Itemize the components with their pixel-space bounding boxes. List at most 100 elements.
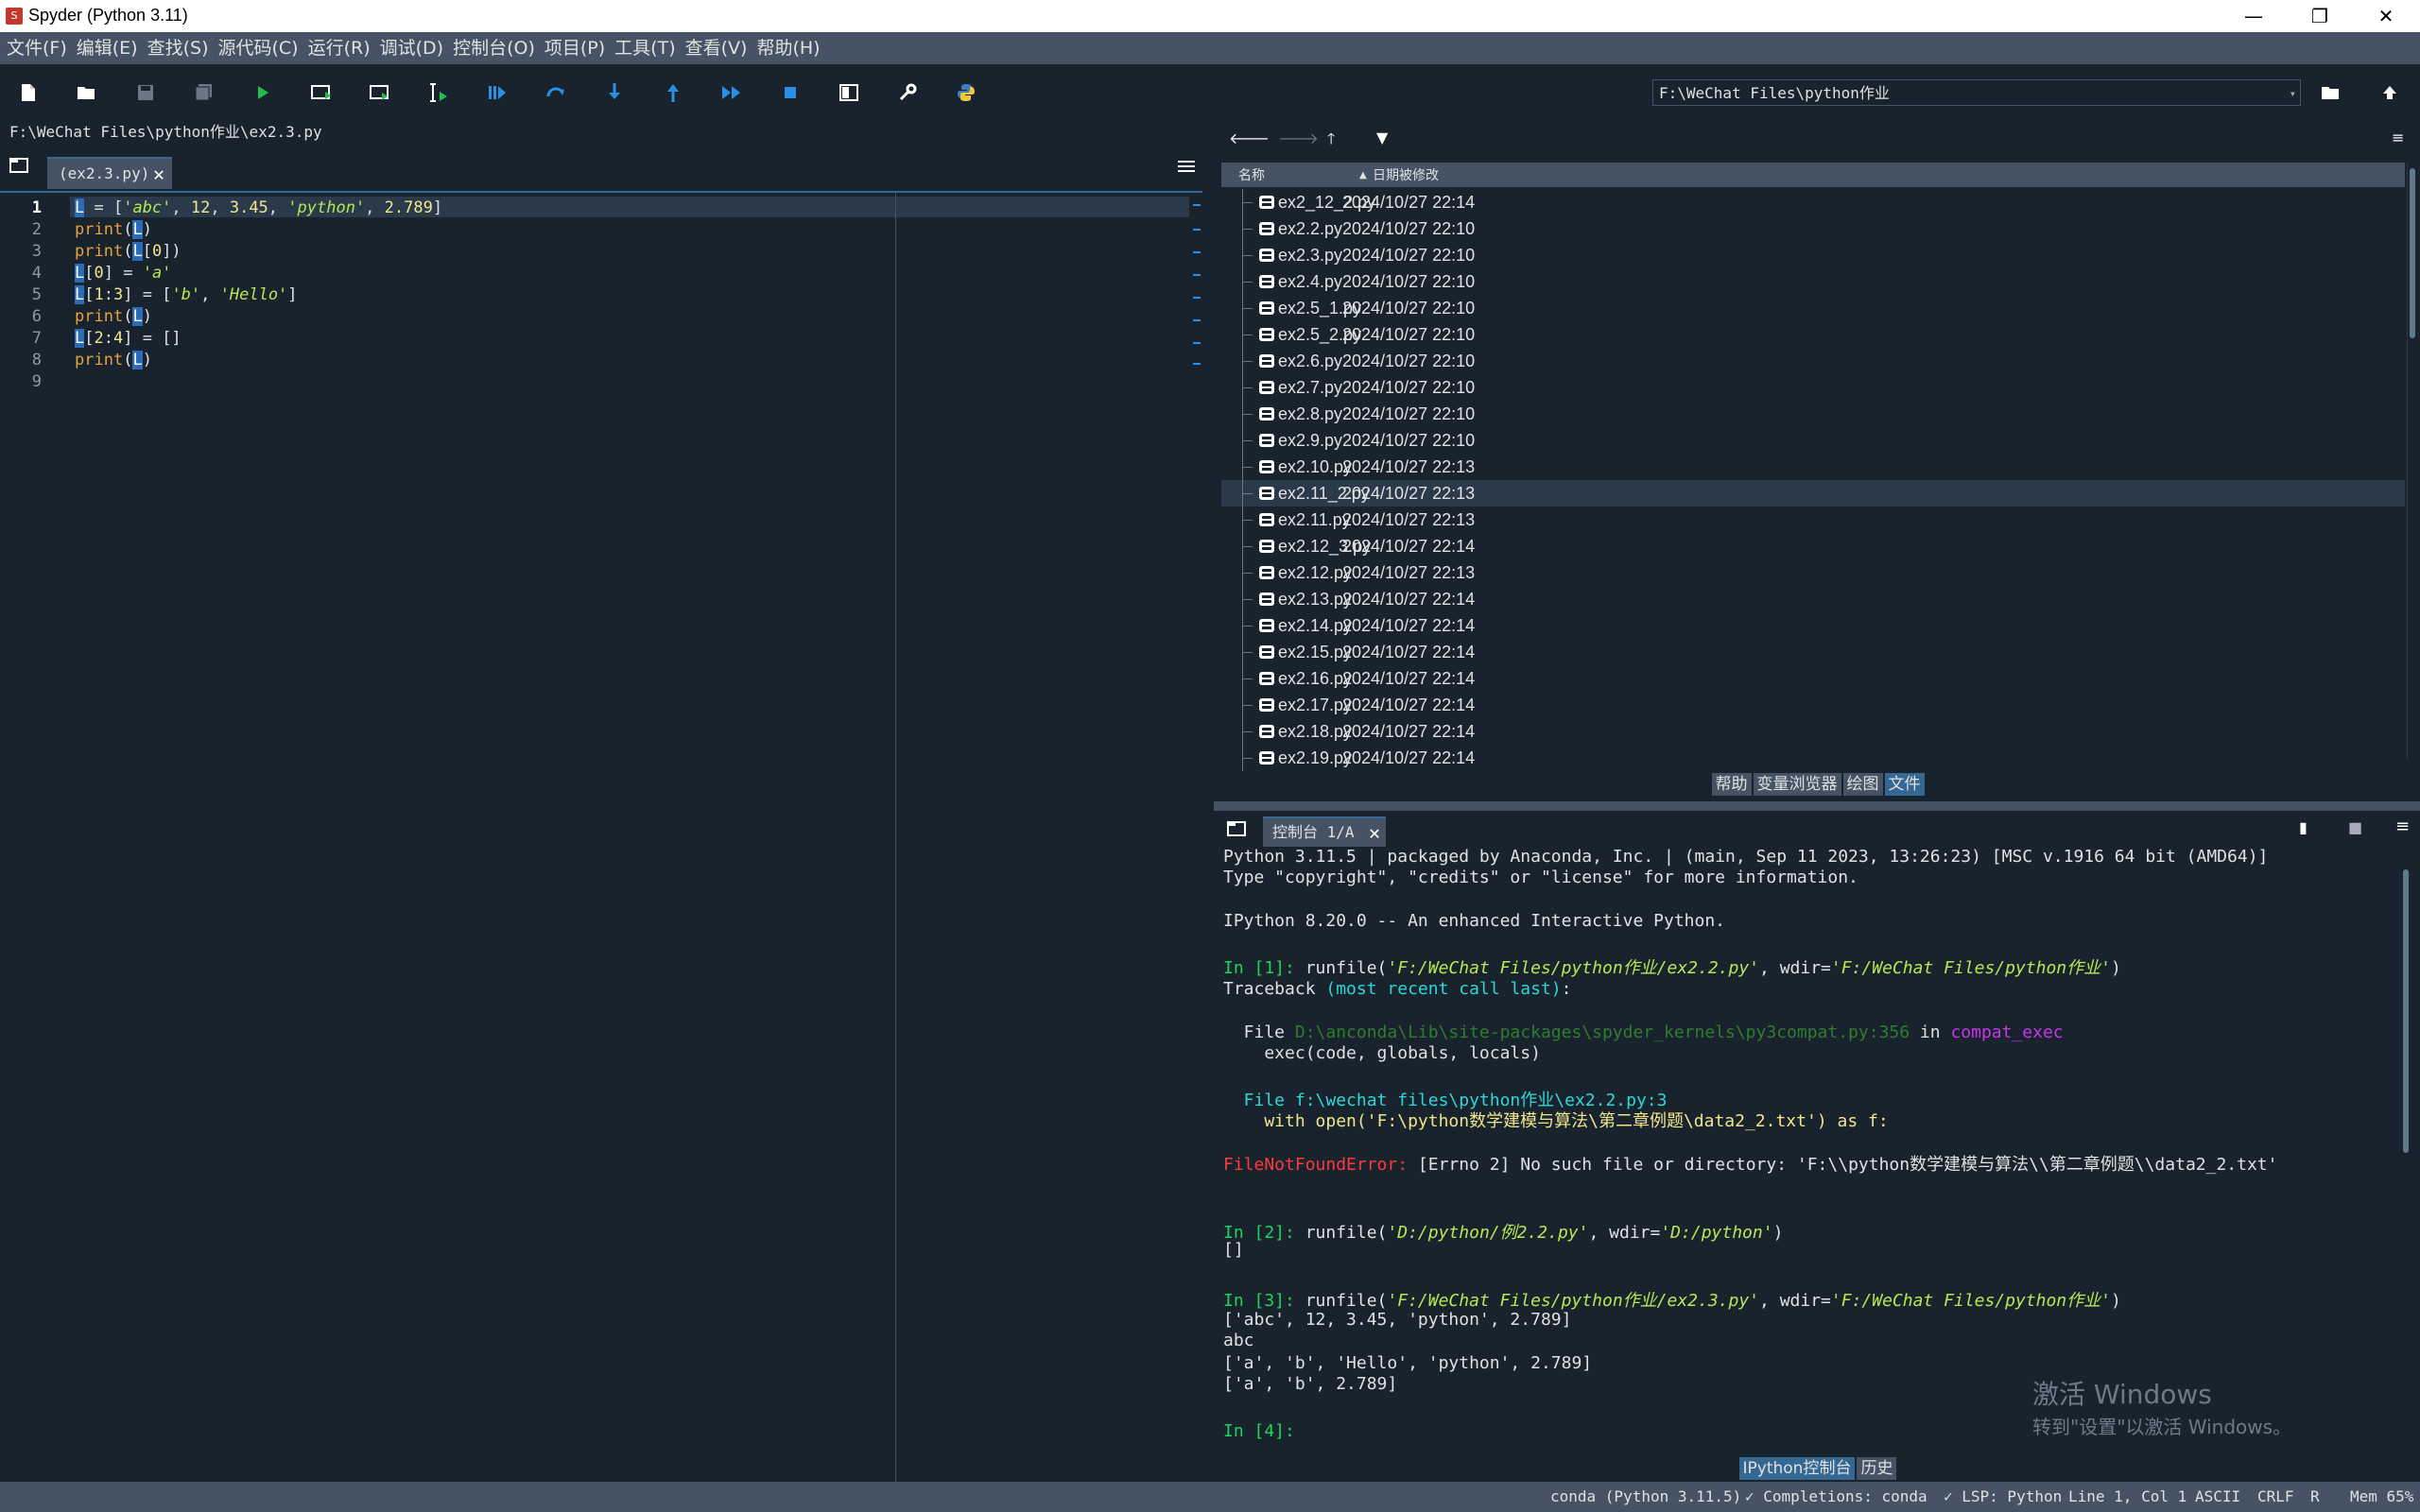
python-path-icon[interactable]: [951, 77, 981, 108]
debug-icon[interactable]: [482, 77, 512, 108]
console-scrollbar[interactable]: [2401, 850, 2411, 1455]
scrollbar-thumb[interactable]: [2410, 168, 2415, 338]
menu-help[interactable]: 帮助(H): [752, 32, 824, 64]
vertical-splitter[interactable]: [1204, 121, 1214, 1482]
file-row[interactable]: ex2.4.py 2024/10/27 22:10: [1221, 268, 2405, 295]
editor-options-menu-icon[interactable]: [1178, 159, 1197, 174]
back-arrow-icon[interactable]: 🡐: [1229, 129, 1270, 147]
run-icon[interactable]: [248, 77, 278, 108]
file-row[interactable]: ex2.13.py 2024/10/27 22:14: [1221, 586, 2405, 612]
console-options-menu-icon[interactable]: ≡: [2395, 816, 2410, 836]
maximize-pane-icon[interactable]: [834, 77, 864, 108]
column-name-header[interactable]: 名称: [1238, 165, 1265, 184]
pane-tab-help[interactable]: 帮助: [1711, 773, 1752, 796]
continue-icon[interactable]: [717, 77, 747, 108]
console-tab[interactable]: 控制台 1/A ✕: [1263, 816, 1386, 847]
console-output[interactable]: Python 3.11.5 | packaged by Anaconda, In…: [1219, 847, 2399, 1452]
menu-file[interactable]: 文件(F): [2, 32, 72, 64]
run-selection-icon[interactable]: [424, 77, 454, 108]
file-row[interactable]: ex2.9.py 2024/10/27 22:10: [1221, 427, 2405, 454]
file-row[interactable]: ex2.2.py 2024/10/27 22:10: [1221, 215, 2405, 242]
occurrence-marker[interactable]: [1193, 274, 1201, 276]
menu-search[interactable]: 查找(S): [143, 32, 214, 64]
file-row[interactable]: ex2.6.py 2024/10/27 22:10: [1221, 348, 2405, 374]
pane-tab-plots[interactable]: 绘图: [1842, 773, 1883, 796]
pane-tab-variable-explorer[interactable]: 变量浏览器: [1753, 773, 1841, 796]
step-return-icon[interactable]: [658, 77, 688, 108]
file-row[interactable]: ex2.10.py 2024/10/27 22:13: [1221, 454, 2405, 480]
menu-run[interactable]: 运行(R): [303, 32, 375, 64]
stop-icon[interactable]: [775, 77, 805, 108]
preferences-icon[interactable]: [892, 77, 923, 108]
file-row[interactable]: ex2.16.py 2024/10/27 22:14: [1221, 665, 2405, 692]
file-row[interactable]: ex2.14.py 2024/10/27 22:14: [1221, 612, 2405, 639]
scrollbar-thumb[interactable]: [2403, 869, 2409, 1153]
occurrence-marker[interactable]: [1193, 229, 1201, 231]
filter-icon[interactable]: ▼: [1376, 129, 1388, 146]
menu-projects[interactable]: 项目(P): [540, 32, 610, 64]
explorer-scrollbar[interactable]: [2407, 163, 2417, 760]
file-row[interactable]: ex2.19.py 2024/10/27 22:14: [1221, 745, 2405, 771]
status-lsp[interactable]: ✓ LSP: Python: [1944, 1487, 2062, 1505]
file-row[interactable]: ex2.5_2.py 2024/10/27 22:10: [1221, 321, 2405, 348]
file-row[interactable]: ex2.5_1.py 2024/10/27 22:10: [1221, 295, 2405, 321]
run-cell-icon[interactable]: [306, 77, 337, 108]
forward-arrow-icon[interactable]: 🡒: [1278, 129, 1319, 147]
line-number: 4: [31, 264, 42, 283]
file-row[interactable]: ex2.7.py 2024/10/27 22:10: [1221, 374, 2405, 401]
menu-view[interactable]: 查看(V): [681, 32, 752, 64]
file-row[interactable]: ex2.17.py 2024/10/27 22:14: [1221, 692, 2405, 718]
file-row[interactable]: ex2.11.py 2024/10/27 22:13: [1221, 507, 2405, 533]
file-row[interactable]: ex2.15.py 2024/10/27 22:14: [1221, 639, 2405, 665]
clear-console-icon[interactable]: ▮: [2299, 818, 2308, 836]
file-row[interactable]: ex2.18.py 2024/10/27 22:14: [1221, 718, 2405, 745]
menu-source[interactable]: 源代码(C): [214, 32, 303, 64]
new-file-icon[interactable]: [13, 77, 43, 108]
browse-tabs-icon[interactable]: [9, 157, 30, 174]
close-window-button[interactable]: ✕: [2354, 0, 2418, 32]
status-environment[interactable]: conda (Python 3.11.5): [1550, 1487, 1741, 1505]
occurrence-marker[interactable]: [1193, 251, 1201, 253]
close-tab-icon[interactable]: ✕: [1369, 818, 1380, 847]
menu-tools[interactable]: 工具(T): [610, 32, 680, 64]
column-date-header[interactable]: 日期被修改: [1373, 165, 1439, 184]
browse-folder-icon[interactable]: [2316, 77, 2346, 108]
pane-tab-history[interactable]: 历史: [1857, 1457, 1897, 1480]
menu-edit[interactable]: 编辑(E): [72, 32, 143, 64]
editor-tab[interactable]: (ex2.3.py) ✕: [47, 157, 172, 189]
pane-tab-ipython-console[interactable]: IPython控制台: [1738, 1457, 1856, 1480]
file-row[interactable]: ex2.8.py 2024/10/27 22:10: [1221, 401, 2405, 427]
menu-debug[interactable]: 调试(D): [375, 32, 448, 64]
occurrence-marker[interactable]: [1193, 342, 1201, 344]
step-icon[interactable]: [541, 77, 571, 108]
working-directory-combo[interactable]: F:\WeChat Files\python作业 ▾: [1652, 79, 2301, 106]
chevron-down-icon[interactable]: ▾: [2290, 80, 2296, 107]
traceback-path[interactable]: D:\anconda\Lib\site-packages\spyder_kern…: [1295, 1022, 1910, 1042]
code-editor[interactable]: 1 2 3 4 5 6 7 8 9 L = ['abc', 12, 3.45, …: [0, 191, 1202, 1484]
save-icon[interactable]: [130, 77, 161, 108]
run-cell-advance-icon[interactable]: [365, 77, 395, 108]
close-tab-icon[interactable]: ✕: [153, 159, 164, 189]
open-file-icon[interactable]: [72, 77, 102, 108]
interrupt-kernel-icon[interactable]: ■: [2348, 818, 2362, 836]
occurrence-marker[interactable]: [1193, 363, 1201, 365]
pane-tab-files[interactable]: 文件: [1884, 773, 1925, 796]
step-into-icon[interactable]: [599, 77, 630, 108]
horizontal-splitter[interactable]: [1214, 801, 2420, 811]
restore-button[interactable]: ❐: [2288, 0, 2352, 32]
parent-directory-icon[interactable]: [2375, 77, 2405, 108]
occurrence-marker[interactable]: [1193, 297, 1201, 299]
minimize-button[interactable]: —: [2221, 0, 2286, 32]
browse-tabs-icon[interactable]: [1227, 820, 1248, 837]
file-row[interactable]: ex2_12_2.py 2024/10/27 22:14: [1221, 189, 2405, 215]
file-row[interactable]: ex2.3.py 2024/10/27 22:10: [1221, 242, 2405, 268]
occurrence-marker[interactable]: [1193, 204, 1201, 206]
up-arrow-icon[interactable]: 🡑: [1327, 129, 1335, 154]
file-row[interactable]: ex2.11_2.py 2024/10/27 22:13: [1221, 480, 2405, 507]
occurrence-marker[interactable]: [1193, 319, 1201, 321]
menu-consoles[interactable]: 控制台(O): [448, 32, 540, 64]
save-all-icon[interactable]: [189, 77, 219, 108]
explorer-options-menu-icon[interactable]: ≡: [2392, 129, 2404, 146]
file-row[interactable]: ex2.12.py 2024/10/27 22:13: [1221, 559, 2405, 586]
file-row[interactable]: ex2.12_3.py 2024/10/27 22:14: [1221, 533, 2405, 559]
